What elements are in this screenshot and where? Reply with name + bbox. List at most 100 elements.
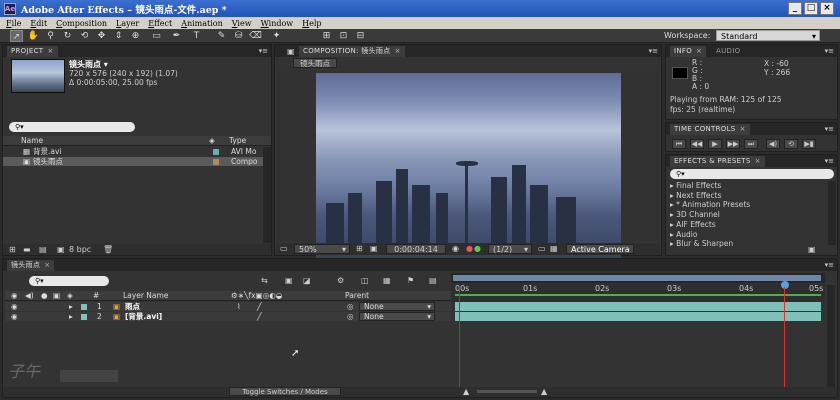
- rectangle-mask-icon[interactable]: ▭: [150, 30, 163, 42]
- list-item[interactable]: ▸ * Animation Presets: [670, 200, 826, 210]
- effects-scrollbar[interactable]: [828, 181, 836, 245]
- motion-blur-icon[interactable]: ◫: [361, 276, 369, 285]
- snapshot-icon[interactable]: ◉: [452, 244, 459, 253]
- maximize-button[interactable]: □: [804, 2, 818, 15]
- always-preview-icon[interactable]: ▭: [280, 244, 288, 253]
- brainstorm-icon[interactable]: ▦: [383, 276, 391, 285]
- resolution-select[interactable]: (1/2) ▾: [488, 244, 532, 254]
- menu-animation[interactable]: Animation: [181, 19, 223, 28]
- selection-tool-icon[interactable]: ➚: [10, 30, 23, 42]
- toggle-switches-modes-button[interactable]: Toggle Switches / Modes: [229, 387, 341, 396]
- expand-arrow-icon[interactable]: ▸: [69, 302, 73, 311]
- view-axis-icon[interactable]: ⊟: [354, 30, 367, 42]
- lock-icon[interactable]: ▣: [287, 47, 295, 56]
- close-icon[interactable]: ×: [47, 47, 53, 55]
- comp-mini-flowchart-icon[interactable]: ⇆: [261, 276, 268, 285]
- list-item[interactable]: ▸ Next Effects: [670, 191, 826, 201]
- panel-menu-icon[interactable]: ▾≡: [824, 157, 834, 165]
- region-of-interest-icon[interactable]: ▭: [538, 244, 546, 253]
- zoom-slider[interactable]: [477, 390, 537, 393]
- menu-composition[interactable]: Composition: [56, 19, 107, 28]
- comp-subtab[interactable]: 镜头雨点: [293, 58, 337, 68]
- close-icon[interactable]: ×: [755, 157, 761, 165]
- eraser-tool-icon[interactable]: ⌫: [249, 30, 262, 42]
- visibility-icon[interactable]: ◉: [11, 291, 18, 301]
- tab-time-controls[interactable]: TIME CONTROLS ×: [670, 124, 750, 135]
- bpc-icon[interactable]: ▣: [57, 245, 65, 254]
- zoom-in-icon[interactable]: ▲: [541, 387, 547, 396]
- close-button[interactable]: ×: [820, 2, 834, 15]
- tab-timeline[interactable]: 镜头雨点 ×: [7, 260, 55, 271]
- tab-audio[interactable]: AUDIO: [712, 46, 745, 57]
- list-item[interactable]: ▸ Audio: [670, 230, 826, 240]
- layer-duration-bar[interactable]: [455, 302, 821, 311]
- trash-icon[interactable]: 🗑: [103, 245, 113, 254]
- menu-edit[interactable]: Edit: [30, 19, 47, 28]
- axis-mode-icon[interactable]: ⊞: [320, 30, 333, 42]
- time-ruler[interactable]: 00s 01s 02s 03s 04s 05s: [451, 284, 825, 302]
- zoom-tool-icon[interactable]: ⚲: [44, 30, 57, 42]
- tab-effects-presets[interactable]: EFFECTS & PRESETS ×: [670, 156, 765, 167]
- col-type[interactable]: Type: [229, 136, 246, 146]
- pickwhip-icon[interactable]: ◎: [347, 302, 354, 311]
- panel-menu-icon[interactable]: ▾≡: [258, 47, 268, 55]
- list-item[interactable]: ▸ AIF Effects: [670, 220, 826, 230]
- audio-button[interactable]: ◀): [766, 139, 780, 149]
- puppet-tool-icon[interactable]: ✦: [270, 30, 283, 42]
- panel-menu-icon[interactable]: ▾≡: [648, 47, 658, 55]
- col-layer-name[interactable]: Layer Name: [123, 291, 168, 301]
- quality-switch-icon[interactable]: ╱: [257, 302, 262, 311]
- loop-button[interactable]: ⟲: [784, 139, 798, 149]
- text-tool-icon[interactable]: T: [190, 30, 203, 42]
- expand-arrow-icon[interactable]: ▸: [69, 312, 73, 321]
- timeline-scrollbar[interactable]: [827, 285, 835, 387]
- effects-search-input[interactable]: ⚲▾: [670, 169, 834, 179]
- grid-icon[interactable]: ⊞: [356, 244, 363, 253]
- current-time-display[interactable]: 0:00:04:14: [386, 244, 446, 254]
- visibility-icon[interactable]: ◉: [11, 302, 18, 311]
- label-column-icon[interactable]: ◈: [209, 136, 215, 146]
- pickwhip-icon[interactable]: ◎: [347, 312, 354, 321]
- solo-icon[interactable]: ●: [41, 291, 48, 301]
- mask-view-icon[interactable]: ▣: [370, 244, 378, 253]
- play-button[interactable]: ▶: [708, 139, 722, 149]
- track-xy-camera-icon[interactable]: ✥: [95, 30, 108, 42]
- panel-menu-icon[interactable]: ▾≡: [824, 47, 834, 55]
- tab-composition[interactable]: COMPOSITION: 镜头雨点 ×: [299, 46, 405, 57]
- transparency-grid-icon[interactable]: ▦: [550, 244, 558, 253]
- work-area-range[interactable]: [453, 275, 821, 281]
- current-time-indicator-head[interactable]: [781, 281, 789, 289]
- tab-info[interactable]: INFO ×: [670, 46, 707, 57]
- list-item[interactable]: ▸ 3D Channel: [670, 210, 826, 220]
- minimize-button[interactable]: _: [788, 2, 802, 15]
- hand-tool-icon[interactable]: ✋: [27, 30, 40, 42]
- composition-viewer[interactable]: [316, 73, 621, 263]
- layer-name[interactable]: [背景.avi]: [125, 312, 162, 321]
- zoom-out-icon[interactable]: ▲: [463, 387, 469, 396]
- close-icon[interactable]: ×: [394, 47, 400, 55]
- draft-3d-icon[interactable]: ▣: [285, 276, 293, 285]
- zoom-select[interactable]: 50% ▾: [294, 244, 350, 254]
- first-frame-button[interactable]: ⏮: [672, 139, 686, 149]
- interpret-footage-icon[interactable]: ⊞: [9, 245, 16, 254]
- list-item[interactable]: ▸ Blur & Sharpen: [670, 239, 826, 249]
- panel-menu-icon[interactable]: ▾≡: [824, 125, 834, 133]
- menu-view[interactable]: View: [232, 19, 252, 28]
- label-icon[interactable]: ◈: [67, 291, 73, 301]
- brush-tool-icon[interactable]: ✎: [215, 30, 228, 42]
- switches-icon[interactable]: ⚙∗╲fx▣◎◐◒: [231, 291, 282, 301]
- list-item[interactable]: ▣ 镜头雨点 Compo: [3, 157, 263, 166]
- current-time-indicator-line[interactable]: [784, 287, 785, 397]
- camera-select[interactable]: Active Camera: [566, 244, 634, 254]
- menu-effect[interactable]: Effect: [148, 19, 172, 28]
- ram-preview-button[interactable]: ▶▮: [802, 139, 816, 149]
- clone-stamp-icon[interactable]: ⛁: [232, 30, 245, 42]
- rotate-tool-icon[interactable]: ↻: [61, 30, 74, 42]
- list-item[interactable]: ▸ Final Effects: [670, 181, 826, 191]
- layer-duration-bar[interactable]: [455, 312, 821, 321]
- previous-frame-button[interactable]: ◀◀: [690, 139, 704, 149]
- col-name[interactable]: Name: [21, 136, 43, 146]
- orbit-camera-icon[interactable]: ⟲: [78, 30, 91, 42]
- tab-project[interactable]: PROJECT ×: [7, 46, 58, 57]
- world-axis-icon[interactable]: ⊡: [337, 30, 350, 42]
